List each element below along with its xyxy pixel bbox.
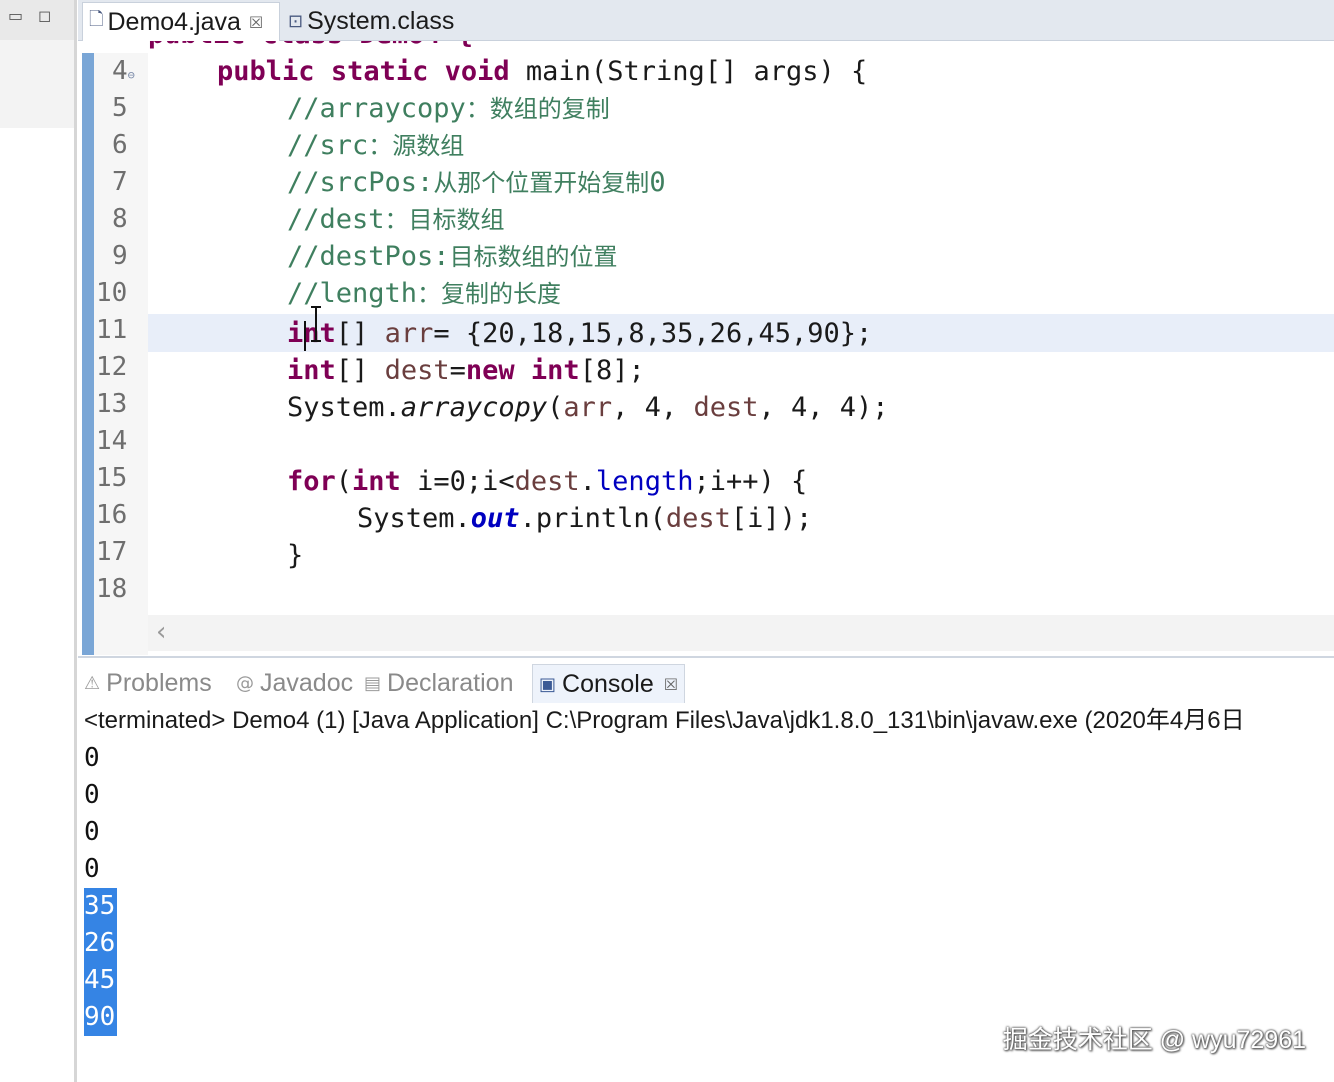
line-number: 6 [112,130,128,160]
line-number: 15 [96,463,128,493]
code-line-15: for(int i=0;i<dest.length;i++) { [287,466,808,497]
line-number: 16 [96,500,128,530]
code-line-12: int[] dest=new int[8]; [287,355,645,386]
ibeam-cursor-icon [311,306,321,342]
line-number: 13 [96,389,128,419]
close-icon[interactable]: ☒ [664,675,678,694]
code-line-8: //dest：目标数组 [287,204,505,235]
console-icon: ▣ [539,673,557,695]
code-editor[interactable]: public class Demo4 { 4⊖ 5 6 7 8 9 10 11 … [78,41,1334,655]
java-file-icon: 🗋 [89,9,104,30]
close-icon[interactable]: ☒ [249,13,263,32]
code-line-17: } [287,540,304,571]
code-line-11: int[] arr= {20,18,15,8,35,26,45,90}; [287,318,873,349]
console-output-line-selected: 26 [84,925,484,962]
code-line-13: System.arraycopy(arr, 4, dest, 4, 4); [287,392,889,423]
minimized-view-toolbar: ▭ ◻ [0,0,76,40]
tab-label: Problems [106,668,212,697]
minimized-view-strip: ▭ ◻ [0,0,76,1082]
tab-javadoc[interactable]: @ Javadoc [236,664,353,702]
watermark: 掘金技术社区 @ wyu72961 [1002,1026,1306,1054]
line-number: 18 [96,574,128,604]
tab-demo4-java[interactable]: 🗋 Demo4.java ☒ [82,2,280,41]
fold-icon[interactable]: ⊖ [128,68,135,82]
console-output-line-selected: 35 [84,888,484,925]
code-line-10: //length：复制的长度 [287,278,562,309]
line-number: 5 [112,93,128,123]
line-number: 10 [96,278,128,308]
console-output-line: 0 [84,743,100,773]
console-output-line-selected: 45 [84,962,484,999]
tab-console[interactable]: ▣ Console ☒ [532,664,686,703]
line-number: 11 [96,315,128,345]
tab-label: Declaration [387,668,514,697]
view-divider[interactable] [74,0,77,1082]
problems-icon: ⚠ [84,672,101,694]
code-line-5: //arraycopy：数组的复制 [287,93,610,124]
line-number: 12 [96,352,128,382]
editor-tab-bar: 🗋 Demo4.java ☒ ⊡ System.class [78,0,1334,41]
minimize-icon[interactable]: ▭ [8,6,23,25]
code-line-16: System.out.println(dest[i]); [357,503,813,534]
line-number-gutter: 4⊖ 5 6 7 8 9 10 11 12 13 14 15 16 17 18 [94,53,148,655]
code-line-9: //destPos:目标数组的位置 [287,241,618,272]
tab-declaration[interactable]: ▤ Declaration [364,664,513,702]
horizontal-scrollbar[interactable]: ‹ [148,615,1334,651]
line-number: 14 [96,426,128,456]
tab-label: Javadoc [260,668,354,697]
tab-system-class[interactable]: ⊡ System.class [282,2,482,40]
class-file-icon: ⊡ [288,10,304,32]
console-output-line: 0 [84,780,100,810]
tab-label: Demo4.java [107,7,241,36]
declaration-icon: ▤ [364,672,382,694]
code-line-3-partial: public class Demo4 { [148,41,568,51]
console-status-line: <terminated> Demo4 (1) [Java Application… [84,707,1245,734]
console-output-line: 0 [84,854,100,884]
line-number: 9 [112,241,128,271]
console-output-line-selected: 90 [84,999,484,1036]
code-line-7: //srcPos:从那个位置开始复制0 [287,167,666,198]
line-number: 4⊖ [112,56,135,86]
tab-label: System.class [307,6,455,35]
change-ruler [82,53,94,655]
scroll-left-icon[interactable]: ‹ [156,617,166,647]
console-output-line: 0 [84,817,100,847]
tab-problems[interactable]: ⚠ Problems [84,664,212,702]
line-number: 7 [112,167,128,197]
console-output[interactable]: 0 0 0 0 35 26 45 90 [84,740,484,1036]
tab-label: Console [562,669,654,698]
text-caret [304,321,306,351]
code-line-6: //src：源数组 [287,130,465,161]
restore-icon[interactable]: ◻ [38,6,51,25]
minimized-view-body [0,128,76,1082]
line-number: 17 [96,537,128,567]
view-tab-bar: ⚠ Problems @ Javadoc ▤ Declaration ▣ Con… [78,656,1334,704]
javadoc-icon: @ [236,672,254,694]
code-line-4: public static void main(String[] args) { [217,56,868,87]
line-number: 8 [112,204,128,234]
